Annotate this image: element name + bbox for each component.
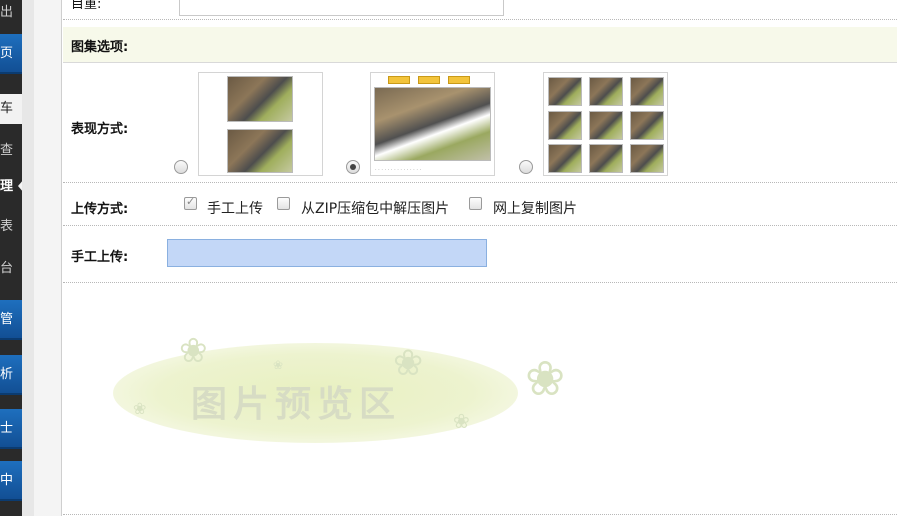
sidebar-item-active[interactable]: 车 — [0, 94, 22, 124]
paw-print-icon: ❀ — [453, 409, 470, 433]
display-mode-radio-stacked[interactable] — [174, 160, 188, 174]
upload-zip-checkbox[interactable] — [277, 197, 290, 210]
grid-preview-image — [548, 144, 582, 173]
sidebar-item-home[interactable]: 页 — [0, 34, 22, 74]
gallery-options-header: 图集选项: — [63, 27, 897, 63]
section-title: 图集选项: — [71, 40, 129, 55]
manual-upload-label: 手工上传: — [71, 250, 129, 265]
sidebar-subitem-3[interactable]: 表 — [0, 214, 22, 240]
upload-manual-label[interactable]: 手工上传 — [207, 198, 263, 218]
stacked-preview-image-2 — [227, 129, 293, 173]
display-mode-thumb-slideshow[interactable]: · · · · · · · · · · · · · · · — [370, 72, 495, 176]
display-mode-radio-grid[interactable] — [519, 160, 533, 174]
slideshow-next-icon — [448, 76, 470, 84]
left-sidebar: 出 页 车 查 理 表 台 管 析 士 中 — [0, 0, 62, 516]
slideshow-pause-icon — [418, 76, 440, 84]
grid-preview-image — [630, 111, 664, 140]
display-mode-thumb-grid[interactable] — [543, 72, 668, 176]
manual-upload-row: 手工上传: — [63, 226, 897, 283]
display-mode-thumb-stacked[interactable] — [198, 72, 323, 176]
sidebar-item-logout[interactable]: 出 — [0, 0, 22, 26]
manual-upload-file-input[interactable] — [167, 239, 487, 267]
upload-zip-label[interactable]: 从ZIP压缩包中解压图片 — [301, 198, 449, 218]
grid-preview-image — [630, 77, 664, 106]
stacked-preview-image-1 — [227, 76, 293, 122]
upload-web-copy-label[interactable]: 网上复制图片 — [493, 198, 577, 218]
sidebar-strip — [22, 0, 34, 516]
gallery-form: 目重: 图集选项: 表现方式: · · · · · · · · · · · · … — [63, 0, 897, 516]
upload-mode-row: 上传方式: 手工上传 从ZIP压缩包中解压图片 网上复制图片 — [63, 183, 897, 226]
preview-area-text: 图片预览区 — [191, 384, 402, 425]
paw-print-icon: ❀ — [133, 399, 147, 418]
preview-bottom-divider — [63, 514, 897, 515]
grid-preview-image — [589, 111, 623, 140]
top-row: 目重: — [63, 0, 897, 20]
sidebar-item-manage[interactable]: 管 — [0, 300, 22, 340]
grid-preview-image — [548, 111, 582, 140]
grid-preview-image — [589, 77, 623, 106]
sidebar-item-center[interactable]: 中 — [0, 461, 22, 501]
sidebar-edge — [34, 0, 62, 516]
slideshow-caption: · · · · · · · · · · · · · · · — [375, 167, 422, 173]
grid-preview-image — [630, 144, 664, 173]
paw-print-icon: ❀ — [393, 343, 424, 384]
paw-print-icon: ❀ — [273, 358, 284, 372]
paw-print-icon: ❀ — [525, 351, 566, 407]
top-row-label: 目重: — [71, 0, 102, 12]
paw-print-icon: ❀ — [179, 331, 208, 371]
upload-web-copy-checkbox[interactable] — [469, 197, 482, 210]
display-mode-radio-slideshow[interactable] — [346, 160, 360, 174]
upload-manual-checkbox[interactable] — [184, 195, 197, 210]
image-preview-area: 图片预览区 ❀ ❀ ❀ ❀ ❀ ❀ — [63, 283, 897, 515]
grid-preview-image — [548, 77, 582, 106]
upload-mode-label: 上传方式: — [71, 202, 129, 217]
top-row-input[interactable] — [179, 0, 504, 16]
sidebar-item-analysis[interactable]: 析 — [0, 355, 22, 395]
slideshow-prev-icon — [388, 76, 410, 84]
display-mode-row: 表现方式: · · · · · · · · · · · · · · · — [63, 63, 897, 183]
grid-preview-image — [589, 144, 623, 173]
sidebar-subitem-1[interactable]: 查 — [0, 138, 22, 164]
slideshow-preview-image — [374, 87, 491, 161]
sidebar-item-member[interactable]: 士 — [0, 409, 22, 449]
sidebar-subitem-4[interactable]: 台 — [0, 256, 22, 282]
display-mode-label: 表现方式: — [71, 122, 129, 137]
